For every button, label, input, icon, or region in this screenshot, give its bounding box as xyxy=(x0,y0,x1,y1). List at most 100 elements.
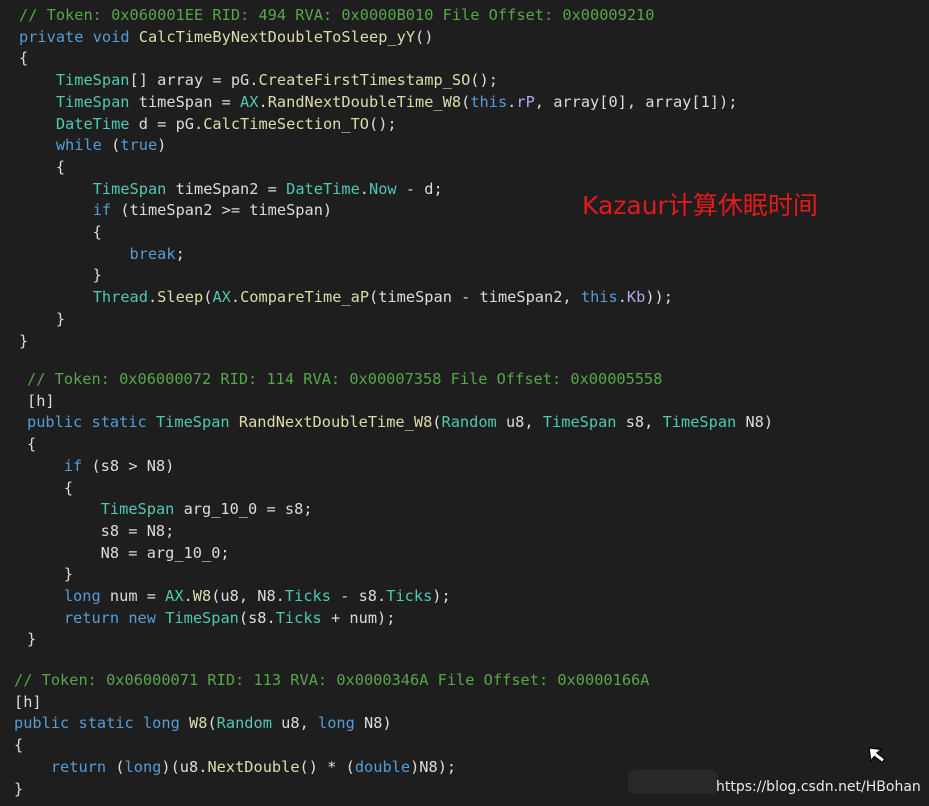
code-line: N8 = arg_10_0; xyxy=(27,542,230,564)
code-token: timeSpan2 = xyxy=(166,179,287,198)
code-token: () * ( xyxy=(299,757,355,776)
code-token: (); xyxy=(470,71,498,90)
code-token: } xyxy=(14,779,24,798)
code-token: u8, xyxy=(271,714,318,733)
code-line: if (timeSpan2 >= timeSpan) xyxy=(19,199,332,221)
code-token: d = pG. xyxy=(129,114,204,133)
code-line: return (long)(u8.NextDouble() * (double)… xyxy=(14,756,456,778)
code-line: { xyxy=(27,477,73,499)
code-token: ( xyxy=(432,413,442,432)
code-token: double xyxy=(354,757,411,776)
code-line: } xyxy=(19,264,102,286)
code-token: CalcTimeByNextDoubleToSleep_yY xyxy=(138,27,416,46)
code-token: true xyxy=(120,136,158,155)
code-token: return xyxy=(63,608,120,627)
code-token: - s8. xyxy=(330,587,387,605)
code-line: public static long W8(Random u8, long N8… xyxy=(14,712,392,734)
code-token: . xyxy=(183,587,193,605)
code-token: ); xyxy=(432,587,451,605)
code-token: DateTime xyxy=(286,179,360,198)
code-token: . xyxy=(230,288,241,307)
code-token: // Token: 0x06000072 RID: 114 RVA: 0x000… xyxy=(27,370,663,388)
code-token: } xyxy=(19,331,29,350)
code-token: RandNextDoubleTime_W8 xyxy=(238,413,433,432)
code-token: static xyxy=(78,714,134,733)
code-token: TimeSpan xyxy=(100,500,175,519)
code-token: static xyxy=(91,413,147,432)
code-token: } xyxy=(19,309,66,328)
code-token: s8 = N8; xyxy=(27,521,175,540)
code-line: // Token: 0x06000071 RID: 113 RVA: 0x000… xyxy=(14,669,649,691)
code-token: // Token: 0x06000071 RID: 113 RVA: 0x000… xyxy=(14,671,650,689)
code-line: TimeSpan timeSpan = AX.RandNextDoubleTim… xyxy=(19,91,738,113)
code-token: TimeSpan xyxy=(542,413,617,432)
code-token: (s8. xyxy=(238,608,276,627)
code-token: , array[0], array[1]); xyxy=(534,92,738,111)
code-token: AX xyxy=(240,92,259,111)
code-line: // Token: 0x06000072 RID: 114 RVA: 0x000… xyxy=(27,368,662,390)
code-token: Random xyxy=(441,413,497,432)
code-token: CompareTime_aP xyxy=(240,288,370,307)
code-token: private xyxy=(19,27,84,46)
code-token: (u8, N8. xyxy=(211,587,285,605)
code-line: private void CalcTimeByNextDoubleToSleep… xyxy=(19,26,433,48)
code-token: (timeSpan2 >= timeSpan) xyxy=(111,201,333,220)
code-token: N8) xyxy=(736,413,774,432)
code-token: (timeSpan - timeSpan2, xyxy=(369,288,581,307)
code-token: public xyxy=(27,413,83,432)
code-token: this xyxy=(580,288,618,307)
code-line: { xyxy=(19,221,102,243)
code-token: Sleep xyxy=(157,288,204,307)
code-token: . xyxy=(507,92,517,111)
code-line: TimeSpan[] array = pG.CreateFirstTimesta… xyxy=(19,69,498,91)
code-line: if (s8 > N8) xyxy=(27,455,175,477)
code-token: num = xyxy=(100,587,166,605)
code-line: s8 = N8; xyxy=(27,520,175,542)
code-line: [h] xyxy=(14,691,42,713)
code-token: ( xyxy=(101,136,121,155)
code-line: { xyxy=(14,734,23,756)
code-token: . xyxy=(147,288,158,307)
code-token: Kb xyxy=(626,288,646,307)
watermark-url: https://blog.csdn.net/HBohan xyxy=(716,779,921,795)
code-token: . xyxy=(258,92,268,111)
code-line: public static TimeSpan RandNextDoubleTim… xyxy=(27,411,773,433)
code-token: ; xyxy=(175,244,185,263)
code-token: // Token: 0x060001EE RID: 494 RVA: 0x000… xyxy=(19,6,655,24)
code-token: return xyxy=(50,757,107,776)
code-line: { xyxy=(27,433,36,455)
code-token: { xyxy=(14,736,24,755)
code-token: } xyxy=(19,266,102,285)
code-token: void xyxy=(92,27,130,46)
code-token: { xyxy=(19,223,102,241)
code-token: CalcTimeSection_TO xyxy=(203,114,369,133)
code-token: ( xyxy=(461,92,471,111)
code-token: Now xyxy=(369,179,397,198)
code-token: () xyxy=(415,27,434,46)
code-token: { xyxy=(27,435,37,454)
watermark-smudge xyxy=(628,770,718,794)
code-token: DateTime xyxy=(55,114,130,133)
code-line: } xyxy=(27,628,36,650)
code-token: long xyxy=(318,714,355,733)
code-line: TimeSpan arg_10_0 = s8; xyxy=(27,498,313,520)
code-token: TimeSpan xyxy=(155,413,230,432)
code-line: break; xyxy=(19,243,185,265)
code-token: break xyxy=(129,244,176,263)
code-line: DateTime d = pG.CalcTimeSection_TO(); xyxy=(19,113,397,135)
code-token: )N8); xyxy=(410,757,457,776)
code-line: // Token: 0x060001EE RID: 494 RVA: 0x000… xyxy=(19,4,654,26)
code-line: long num = AX.W8(u8, N8.Ticks - s8.Ticks… xyxy=(27,585,451,607)
code-token: this xyxy=(470,92,508,111)
